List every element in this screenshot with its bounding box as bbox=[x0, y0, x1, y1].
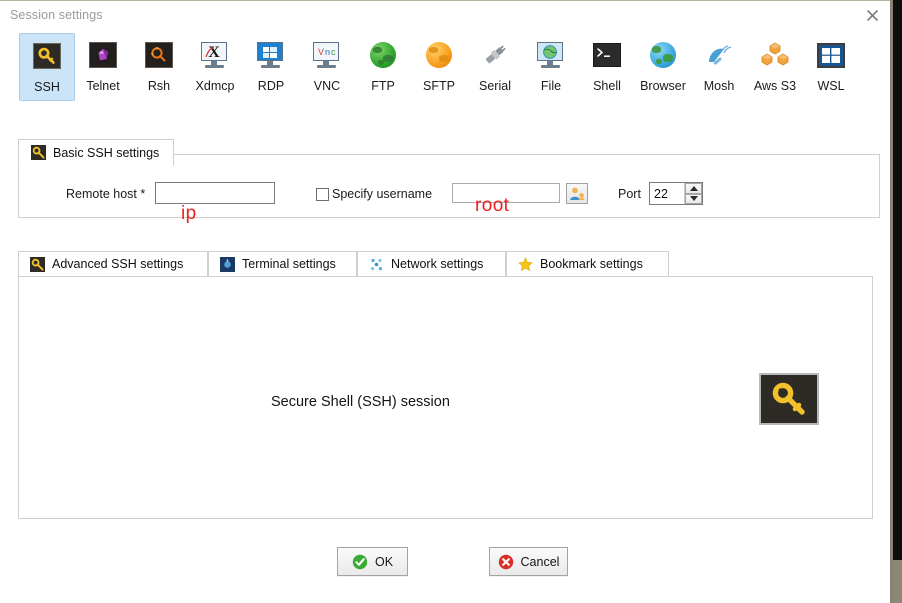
gear-dark-icon bbox=[143, 39, 175, 71]
protocol-item-file[interactable]: File bbox=[523, 33, 579, 101]
ok-button[interactable]: OK bbox=[337, 547, 408, 576]
tab-network-settings[interactable]: Network settings bbox=[357, 251, 506, 277]
protocol-label: SSH bbox=[34, 80, 60, 94]
close-icon[interactable] bbox=[854, 1, 890, 29]
protocol-label: Shell bbox=[593, 79, 621, 93]
key-icon bbox=[30, 256, 45, 272]
basic-ssh-settings-tab[interactable]: Basic SSH settings bbox=[18, 139, 175, 166]
annotation-root: root bbox=[475, 195, 510, 216]
basic-ssh-settings-tab-label: Basic SSH settings bbox=[53, 145, 160, 160]
port-spin-buttons bbox=[684, 183, 702, 204]
protocol-label: Mosh bbox=[703, 79, 735, 93]
satellite-icon bbox=[703, 39, 735, 71]
svg-text:c: c bbox=[331, 47, 336, 57]
protocol-label: WSL bbox=[817, 79, 845, 93]
protocol-label: Browser bbox=[640, 79, 686, 93]
port-stepper[interactable]: 22 bbox=[649, 182, 703, 205]
file-monitor-icon bbox=[535, 39, 567, 71]
protocol-item-rdp[interactable]: RDP bbox=[243, 33, 299, 101]
protocol-item-wsl[interactable]: WSL bbox=[803, 33, 859, 101]
title-bar: Session settings bbox=[0, 1, 890, 29]
cancel-button-label: Cancel bbox=[520, 554, 560, 569]
protocol-label: VNC bbox=[313, 79, 341, 93]
panel-description: Secure Shell (SSH) session bbox=[271, 394, 450, 410]
tab-terminal-settings[interactable]: Terminal settings bbox=[208, 251, 357, 277]
gem-icon bbox=[87, 39, 119, 71]
windows-icon bbox=[815, 39, 847, 71]
protocol-item-browser[interactable]: Browser bbox=[635, 33, 691, 101]
remote-host-label: Remote host * bbox=[66, 187, 146, 201]
svg-text:V: V bbox=[318, 47, 324, 57]
protocol-label: Xdmcp bbox=[195, 79, 235, 93]
protocol-label: RDP bbox=[257, 79, 285, 93]
specify-username-checkbox-row[interactable]: Specify username bbox=[316, 187, 432, 201]
protocol-item-ssh[interactable]: SSH bbox=[19, 33, 75, 101]
terminal-blue-icon bbox=[220, 256, 235, 272]
background-window-bottom-strip bbox=[893, 560, 902, 603]
green-globe-icon bbox=[367, 39, 399, 71]
protocol-item-rsh[interactable]: Rsh bbox=[131, 33, 187, 101]
protocol-item-serial[interactable]: Serial bbox=[467, 33, 523, 101]
protocol-label: Serial bbox=[479, 79, 511, 93]
key-icon bbox=[31, 145, 46, 160]
serial-plug-icon bbox=[479, 39, 511, 71]
tab-label: Advanced SSH settings bbox=[52, 257, 184, 271]
protocol-label: SFTP bbox=[423, 79, 455, 93]
x-monitor-icon: X bbox=[199, 39, 231, 71]
vnc-monitor-icon: V n c bbox=[311, 39, 343, 71]
tab-label: Network settings bbox=[391, 257, 484, 271]
settings-tabstrip: Advanced SSH settings Terminal settings bbox=[18, 251, 873, 277]
protocol-item-xdmcp[interactable]: X Xdmcp bbox=[187, 33, 243, 101]
protocol-label: File bbox=[540, 79, 562, 93]
protocol-label: FTP bbox=[371, 79, 395, 93]
key-large-icon bbox=[759, 373, 819, 425]
protocol-label: Telnet bbox=[86, 79, 120, 93]
session-settings-dialog: Session settings SSH Telnet Rsh X Xdmcp … bbox=[0, 0, 890, 603]
protocol-label: Rsh bbox=[147, 79, 171, 93]
remote-host-input[interactable] bbox=[155, 182, 275, 204]
network-dots-icon bbox=[369, 257, 384, 272]
tab-bookmark-settings[interactable]: Bookmark settings bbox=[506, 251, 669, 277]
chevron-up-icon[interactable] bbox=[685, 183, 702, 194]
protocol-label: Aws S3 bbox=[753, 79, 797, 93]
svg-text:n: n bbox=[325, 47, 330, 57]
orange-globe-icon bbox=[423, 39, 455, 71]
advanced-ssh-settings-panel: Secure Shell (SSH) session bbox=[18, 276, 873, 519]
user-icon[interactable] bbox=[566, 183, 588, 204]
port-label: Port bbox=[618, 187, 641, 201]
windows-monitor-icon bbox=[255, 39, 287, 71]
cancel-button[interactable]: Cancel bbox=[489, 547, 568, 576]
window-title: Session settings bbox=[10, 8, 103, 22]
svg-text:X: X bbox=[208, 44, 220, 61]
protocol-item-ftp[interactable]: FTP bbox=[355, 33, 411, 101]
protocol-item-telnet[interactable]: Telnet bbox=[75, 33, 131, 101]
protocol-toolbar: SSH Telnet Rsh X Xdmcp RDP V n c VNC FTP… bbox=[0, 33, 890, 119]
annotation-ip: ip bbox=[181, 203, 197, 224]
specify-username-label: Specify username bbox=[332, 187, 433, 201]
blue-globe-icon bbox=[647, 39, 679, 71]
check-circle-icon bbox=[352, 554, 368, 570]
protocol-item-aws-s3[interactable]: Aws S3 bbox=[747, 33, 803, 101]
background-window-dark-strip bbox=[893, 0, 902, 603]
port-value[interactable]: 22 bbox=[650, 183, 684, 204]
x-circle-icon bbox=[498, 554, 514, 570]
protocol-item-sftp[interactable]: SFTP bbox=[411, 33, 467, 101]
tab-advanced-ssh-settings[interactable]: Advanced SSH settings bbox=[18, 251, 208, 277]
protocol-item-shell[interactable]: Shell bbox=[579, 33, 635, 101]
chevron-down-icon[interactable] bbox=[685, 193, 702, 204]
key-icon bbox=[31, 40, 63, 72]
tab-label: Bookmark settings bbox=[540, 257, 643, 271]
terminal-icon bbox=[591, 39, 623, 71]
screen-root: Session settings SSH Telnet Rsh X Xdmcp … bbox=[0, 0, 902, 603]
tab-label: Terminal settings bbox=[242, 257, 336, 271]
protocol-item-mosh[interactable]: Mosh bbox=[691, 33, 747, 101]
specify-username-checkbox[interactable] bbox=[316, 187, 329, 201]
protocol-item-vnc[interactable]: V n c VNC bbox=[299, 33, 355, 101]
star-icon bbox=[518, 256, 533, 272]
aws-s3-icon bbox=[759, 39, 791, 71]
ok-button-label: OK bbox=[374, 554, 394, 569]
